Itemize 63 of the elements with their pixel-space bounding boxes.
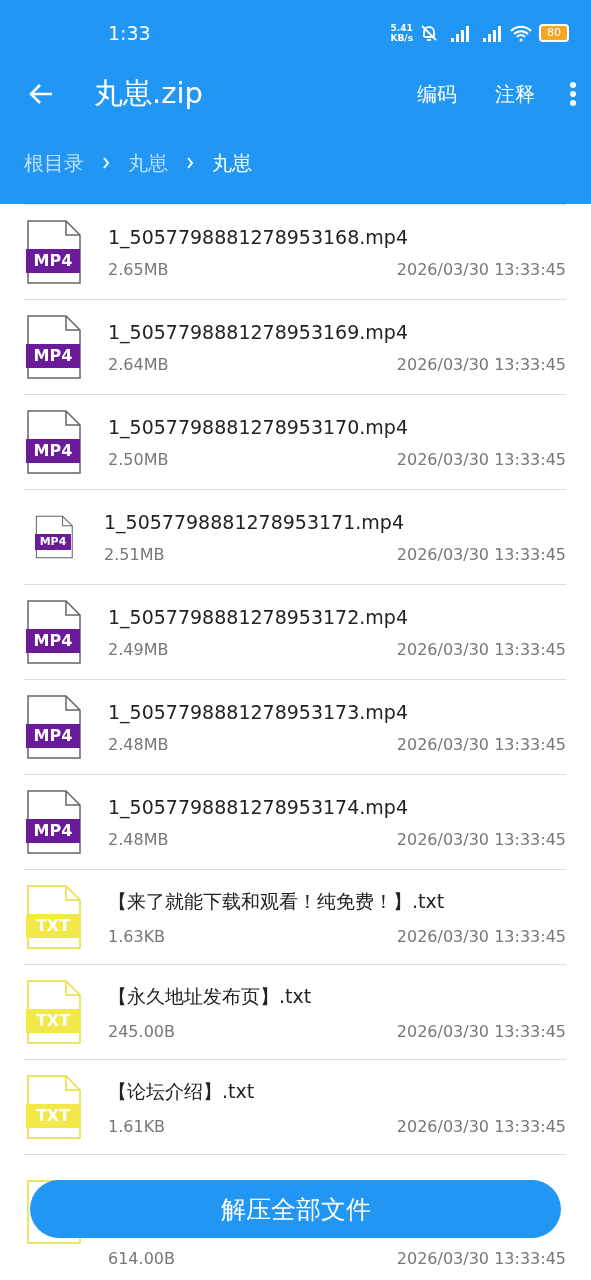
file-row[interactable]: TXT 【永久地址发布页】.txt 245.00B 2026/03/30 13:33:45: [24, 964, 566, 1059]
file-size: 614.00B: [108, 1249, 175, 1268]
file-type-label: MP4: [26, 249, 80, 273]
file-size: 2.64MB: [108, 354, 169, 374]
status-time: 1:33: [108, 22, 151, 44]
file-name: 【永久地址发布页】.txt: [108, 983, 313, 1009]
file-row[interactable]: MP4 1_5057798881278953170.mp4 2.50MB 2026/03/30 13:33:45: [24, 394, 566, 489]
file-type-label: MP4: [35, 534, 71, 550]
file-type-label: MP4: [26, 344, 80, 368]
file-size: 2.48MB: [108, 829, 169, 849]
net-speed-value: 5.41: [390, 23, 413, 33]
file-row[interactable]: MP4 1_5057798881278953174.mp4 2.48MB 2026/03/30 13:33:45: [24, 774, 566, 869]
file-name: 【来了就能下载和观看！纯免费！】.txt: [108, 888, 446, 914]
file-date: 2026/03/30 13:33:45: [396, 926, 566, 946]
file-date: 2026/03/30 13:33:45: [396, 1021, 566, 1041]
file-type-label: MP4: [26, 724, 80, 748]
file-row[interactable]: TXT 【来了就能下载和观看！纯免费！】.txt 1.63KB 2026/03/30 13:33:45: [24, 869, 566, 964]
file-date: 2026/03/30 13:33:45: [396, 544, 566, 564]
file-name: 1_5057798881278953172.mp4: [108, 605, 409, 628]
file-row[interactable]: MP4 1_5057798881278953172.mp4 2.49MB 2026/03/30 13:33:45: [24, 584, 566, 679]
file-date: 2026/03/30 13:33:45: [396, 449, 566, 469]
battery-level: 80: [539, 24, 569, 42]
bell-off-icon: [419, 23, 439, 43]
file-date: 2026/03/30 13:33:45: [396, 259, 566, 279]
chevron-right-icon: [186, 157, 194, 169]
file-name: 1_5057798881278953170.mp4: [108, 415, 409, 438]
file-row[interactable]: TXT 【论坛介绍】.txt 1.61KB 2026/03/30 13:33:45: [24, 1059, 566, 1154]
file-type-label: MP4: [26, 629, 80, 653]
file-size: 2.49MB: [108, 639, 169, 659]
file-type-label: TXT: [26, 1009, 80, 1033]
file-type-label: MP4: [26, 439, 80, 463]
file-size: 1.61KB: [108, 1116, 166, 1136]
chevron-right-icon: [102, 157, 110, 169]
wifi-icon: [509, 24, 533, 42]
file-row[interactable]: MP4 1_5057798881278953171.mp4 2.51MB 2026/03/30 13:33:45: [24, 489, 566, 584]
file-name: 【论坛介绍】.txt: [108, 1078, 256, 1104]
more-menu-icon[interactable]: [569, 81, 577, 107]
file-date: 2026/03/30 13:33:45: [396, 1116, 566, 1136]
file-size: 1.63KB: [108, 926, 166, 946]
file-size: 2.48MB: [108, 734, 169, 754]
file-name: 1_5057798881278953169.mp4: [108, 320, 409, 343]
archive-title: 丸崽.zip: [94, 75, 203, 112]
net-speed-unit: KB/s: [390, 33, 413, 43]
file-name: 1_5057798881278953168.mp4: [108, 225, 409, 248]
file-size: 2.65MB: [108, 259, 169, 279]
file-date: 2026/03/30 13:33:45: [396, 1249, 566, 1268]
file-type-label: TXT: [26, 914, 80, 938]
back-arrow-icon[interactable]: [28, 83, 54, 105]
file-size: 2.51MB: [104, 544, 165, 564]
file-row[interactable]: MP4 1_5057798881278953169.mp4 2.64MB 2026/03/30 13:33:45: [24, 299, 566, 394]
file-date: 2026/03/30 13:33:45: [396, 829, 566, 849]
file-name: 1_5057798881278953174.mp4: [108, 795, 409, 818]
file-size: 245.00B: [108, 1021, 175, 1041]
file-name: 1_5057798881278953171.mp4: [104, 510, 405, 533]
file-type-label: TXT: [26, 1104, 80, 1128]
file-row[interactable]: MP4 1_5057798881278953173.mp4 2.48MB 2026/03/30 13:33:45: [24, 679, 566, 774]
file-row[interactable]: MP4 1_5057798881278953168.mp4 2.65MB 2026/03/30 13:33:45: [24, 204, 566, 299]
file-date: 2026/03/30 13:33:45: [396, 354, 566, 374]
file-name: 1_5057798881278953173.mp4: [108, 700, 409, 723]
file-date: 2026/03/30 13:33:45: [396, 639, 566, 659]
file-date: 2026/03/30 13:33:45: [396, 734, 566, 754]
file-size: 2.50MB: [108, 449, 169, 469]
file-type-label: MP4: [26, 819, 80, 843]
